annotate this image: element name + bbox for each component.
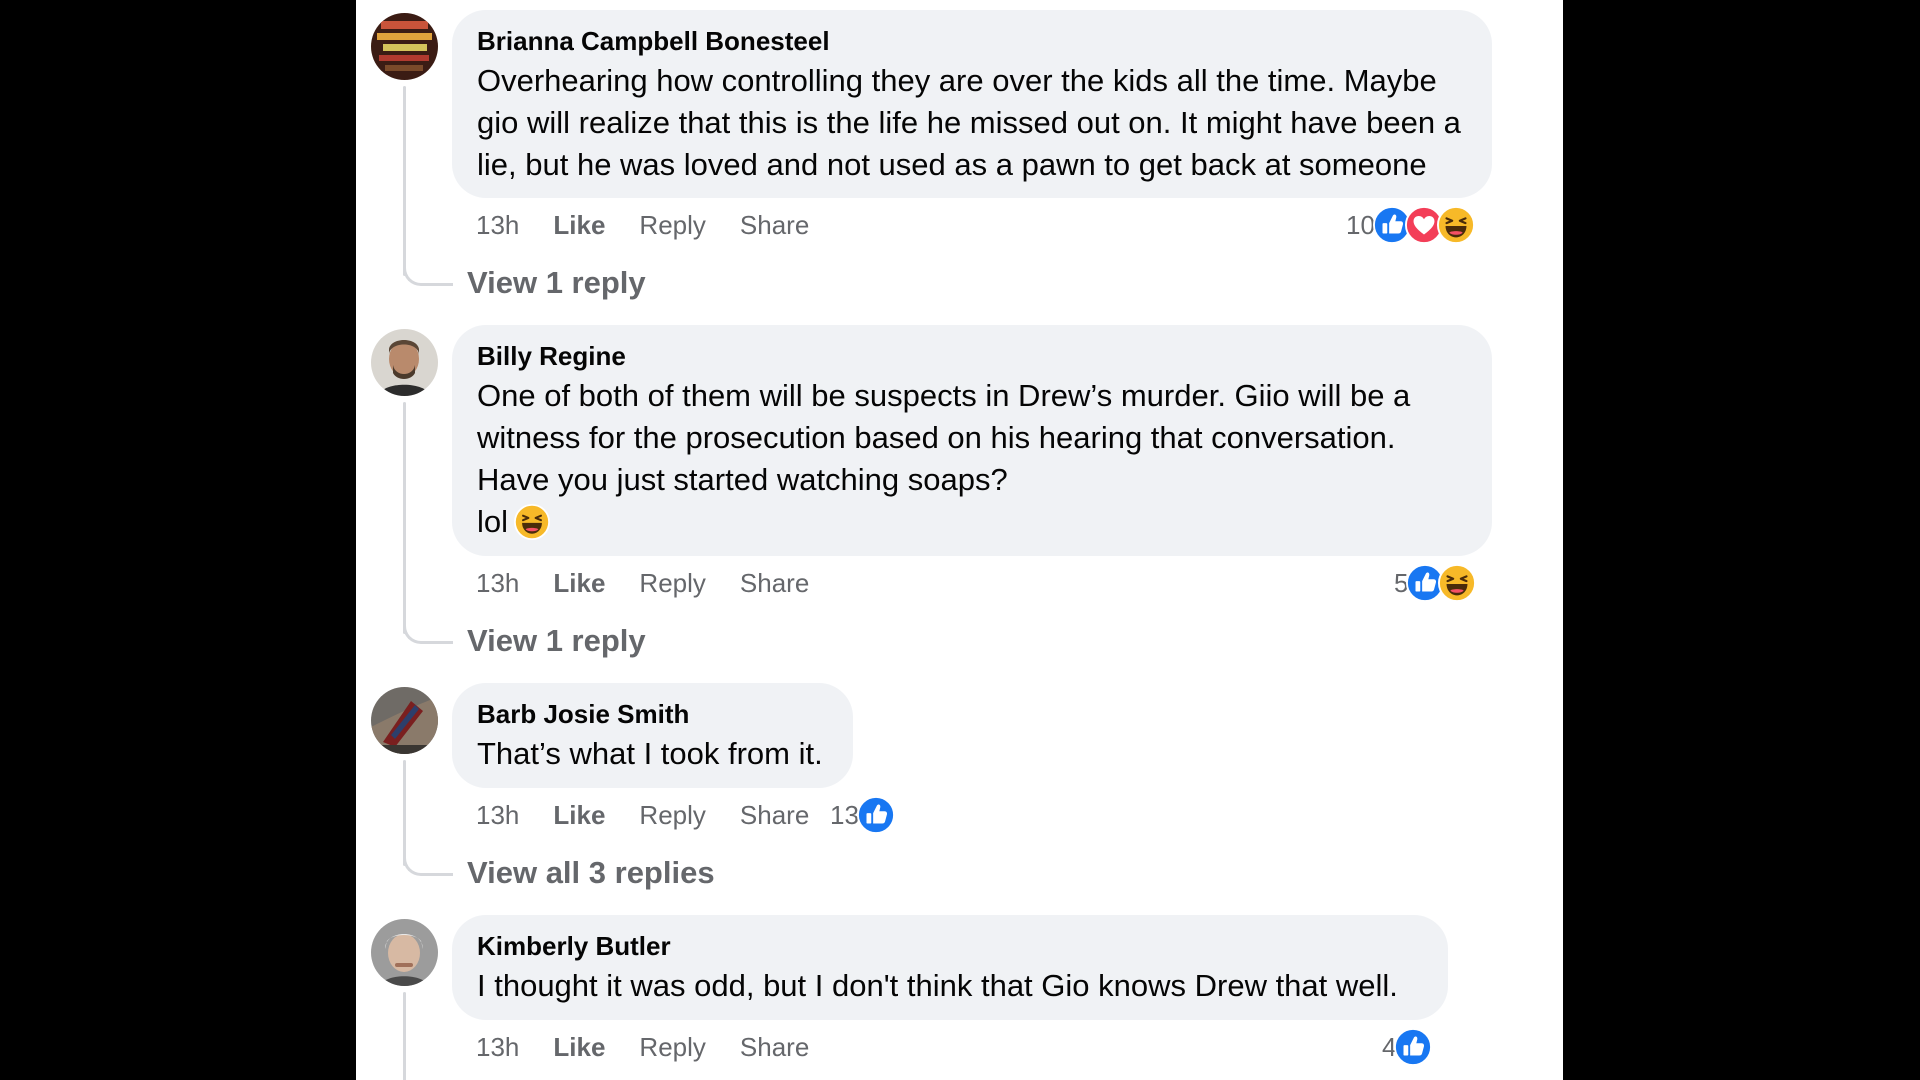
avatar[interactable] xyxy=(371,919,438,986)
share-button[interactable]: Share xyxy=(740,800,809,831)
avatar-image xyxy=(371,919,438,986)
comment-timestamp[interactable]: 13h xyxy=(476,210,519,241)
reaction-count: 10 xyxy=(1346,209,1375,240)
reply-button[interactable]: Reply xyxy=(639,568,705,599)
comment-bubble: Billy Regine One of both of them will be… xyxy=(452,325,1492,556)
haha-icon xyxy=(1438,564,1476,602)
like-icon xyxy=(1394,1028,1432,1066)
share-button[interactable]: Share xyxy=(740,210,809,241)
reaction-summary[interactable]: 5 xyxy=(1394,563,1476,603)
comment-actions: 13h Like Reply Share xyxy=(476,207,843,243)
comment-text: That’s what I took from it. xyxy=(477,736,823,771)
thread-line xyxy=(403,86,406,276)
thread-line xyxy=(403,992,406,1080)
share-button[interactable]: Share xyxy=(740,568,809,599)
comment-author[interactable]: Brianna Campbell Bonesteel xyxy=(477,26,1467,56)
avatar-image xyxy=(371,13,438,80)
comment-text: I thought it was odd, but I don't think … xyxy=(477,968,1398,1003)
view-replies-link[interactable]: View 1 reply xyxy=(467,265,646,301)
like-button[interactable]: Like xyxy=(553,800,605,831)
comment-timestamp[interactable]: 13h xyxy=(476,1032,519,1063)
comment-text-lol: lol xyxy=(477,504,509,539)
reaction-summary[interactable]: 13 xyxy=(830,795,895,835)
comment-timestamp[interactable]: 13h xyxy=(476,568,519,599)
comment-bubble: Brianna Campbell Bonesteel Overhearing h… xyxy=(452,10,1492,198)
reaction-summary[interactable]: 10 xyxy=(1346,205,1475,245)
comment-text-last-line: lol xyxy=(477,501,1467,543)
comment-actions: 13h Like Reply Share xyxy=(476,797,843,833)
avatar-image xyxy=(371,687,438,754)
like-button[interactable]: Like xyxy=(553,210,605,241)
view-replies-link[interactable]: View all 3 replies xyxy=(467,855,715,891)
like-icon xyxy=(857,796,895,834)
avatar[interactable] xyxy=(371,329,438,396)
reply-button[interactable]: Reply xyxy=(639,1032,705,1063)
avatar[interactable] xyxy=(371,687,438,754)
comment-author[interactable]: Barb Josie Smith xyxy=(477,699,828,729)
avatar-image xyxy=(371,329,438,396)
thread-connector xyxy=(403,846,453,876)
comment-text: One of both of them will be suspects in … xyxy=(477,378,1419,497)
comment-bubble: Barb Josie Smith That’s what I took from… xyxy=(452,683,853,788)
like-button[interactable]: Like xyxy=(553,568,605,599)
reply-button[interactable]: Reply xyxy=(639,800,705,831)
like-button[interactable]: Like xyxy=(553,1032,605,1063)
comment-bubble: Kimberly Butler I thought it was odd, bu… xyxy=(452,915,1448,1020)
avatar[interactable] xyxy=(371,13,438,80)
comment-timestamp[interactable]: 13h xyxy=(476,800,519,831)
thread-connector xyxy=(403,614,453,644)
reply-button[interactable]: Reply xyxy=(639,210,705,241)
comment-actions: 13h Like Reply Share xyxy=(476,565,843,601)
comment-author[interactable]: Kimberly Butler xyxy=(477,931,1423,961)
thread-connector xyxy=(403,256,453,286)
haha-icon xyxy=(1437,206,1475,244)
reaction-summary[interactable]: 4 xyxy=(1382,1027,1432,1067)
comment-actions: 13h Like Reply Share xyxy=(476,1029,843,1065)
view-replies-link[interactable]: View 1 reply xyxy=(467,623,646,659)
laughing-emoji-icon xyxy=(514,504,550,540)
comments-panel: Brianna Campbell Bonesteel Overhearing h… xyxy=(356,0,1563,1080)
comment-text: Overhearing how controlling they are ove… xyxy=(477,63,1470,182)
comment-author[interactable]: Billy Regine xyxy=(477,341,1467,371)
thread-line xyxy=(403,402,406,634)
reaction-count: 13 xyxy=(830,799,859,830)
share-button[interactable]: Share xyxy=(740,1032,809,1063)
